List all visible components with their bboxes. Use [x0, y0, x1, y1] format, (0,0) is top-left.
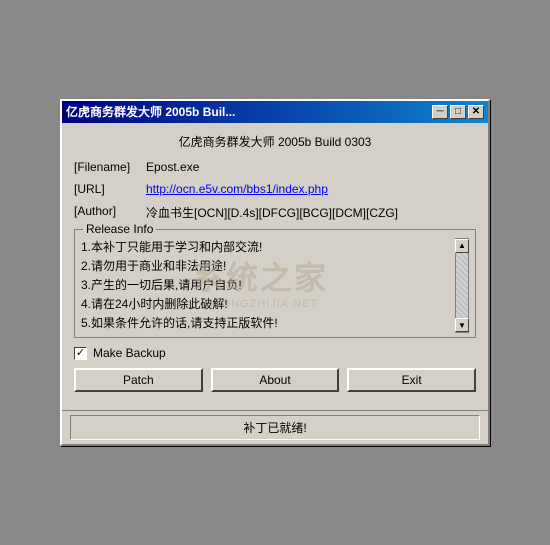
action-buttons-row: Patch About Exit: [74, 368, 476, 392]
url-row: [URL] http://ocn.e5v.com/bbs1/index.php: [74, 182, 476, 196]
patch-button[interactable]: Patch: [74, 368, 203, 392]
minimize-button[interactable]: ─: [432, 105, 448, 119]
main-window: 亿虎商务群发大师 2005b Buil... ─ □ ✕ 亿虎商务群发大师 20…: [60, 99, 490, 447]
status-text: 补丁已就绪!: [243, 421, 306, 435]
title-bar-buttons: ─ □ ✕: [432, 105, 484, 119]
make-backup-checkbox[interactable]: [74, 347, 87, 360]
content-area: 亿虎商务群发大师 2005b Build 0303 [Filename] Epo…: [62, 123, 488, 411]
status-text-panel: 补丁已就绪!: [70, 415, 480, 440]
scroll-track: [456, 253, 468, 319]
release-line: 2.请勿用于商业和非法用途!: [81, 257, 453, 276]
window-title: 亿虎商务群发大师 2005b Buil...: [66, 103, 432, 120]
url-label: [URL]: [74, 182, 146, 196]
filename-value: Epost.exe: [146, 160, 199, 174]
release-text-area: 1.本补丁只能用于学习和内部交流!2.请勿用于商业和非法用途!3.产生的一切后果…: [81, 238, 453, 334]
about-button[interactable]: About: [211, 368, 340, 392]
release-legend: Release Info: [83, 222, 156, 236]
scroll-down-button[interactable]: ▼: [455, 318, 469, 332]
filename-row: [Filename] Epost.exe: [74, 160, 476, 174]
author-label: [Author]: [74, 204, 146, 218]
release-line: 1.本补丁只能用于学习和内部交流!: [81, 238, 453, 257]
title-bar: 亿虎商务群发大师 2005b Buil... ─ □ ✕: [62, 101, 488, 123]
author-row: [Author] 冷血书生[OCN][D.4s][DFCG][BCG][DCM]…: [74, 204, 476, 221]
author-value: 冷血书生[OCN][D.4s][DFCG][BCG][DCM][CZG]: [146, 204, 398, 221]
close-button[interactable]: ✕: [468, 105, 484, 119]
release-line: 3.产生的一切后果,请用户自负!: [81, 276, 453, 295]
release-text: 1.本补丁只能用于学习和内部交流!2.请勿用于商业和非法用途!3.产生的一切后果…: [81, 238, 453, 334]
release-info-group: Release Info 1.本补丁只能用于学习和内部交流!2.请勿用于商业和非…: [74, 229, 476, 339]
app-title: 亿虎商务群发大师 2005b Build 0303: [74, 133, 476, 150]
release-line: 5.如果条件允许的话,请支持正版软件!: [81, 314, 453, 333]
exit-button[interactable]: Exit: [347, 368, 476, 392]
make-backup-label: Make Backup: [93, 346, 166, 360]
status-bar: 补丁已就绪!: [62, 410, 488, 444]
maximize-button[interactable]: □: [450, 105, 466, 119]
scroll-up-button[interactable]: ▲: [455, 239, 469, 253]
release-content-wrapper: 1.本补丁只能用于学习和内部交流!2.请勿用于商业和非法用途!3.产生的一切后果…: [81, 238, 469, 334]
scrollbar[interactable]: ▲ ▼: [455, 238, 469, 334]
backup-checkbox-row: Make Backup: [74, 346, 476, 360]
release-line: 4.请在24小时内删除此破解!: [81, 295, 453, 314]
url-value[interactable]: http://ocn.e5v.com/bbs1/index.php: [146, 182, 328, 196]
filename-label: [Filename]: [74, 160, 146, 174]
